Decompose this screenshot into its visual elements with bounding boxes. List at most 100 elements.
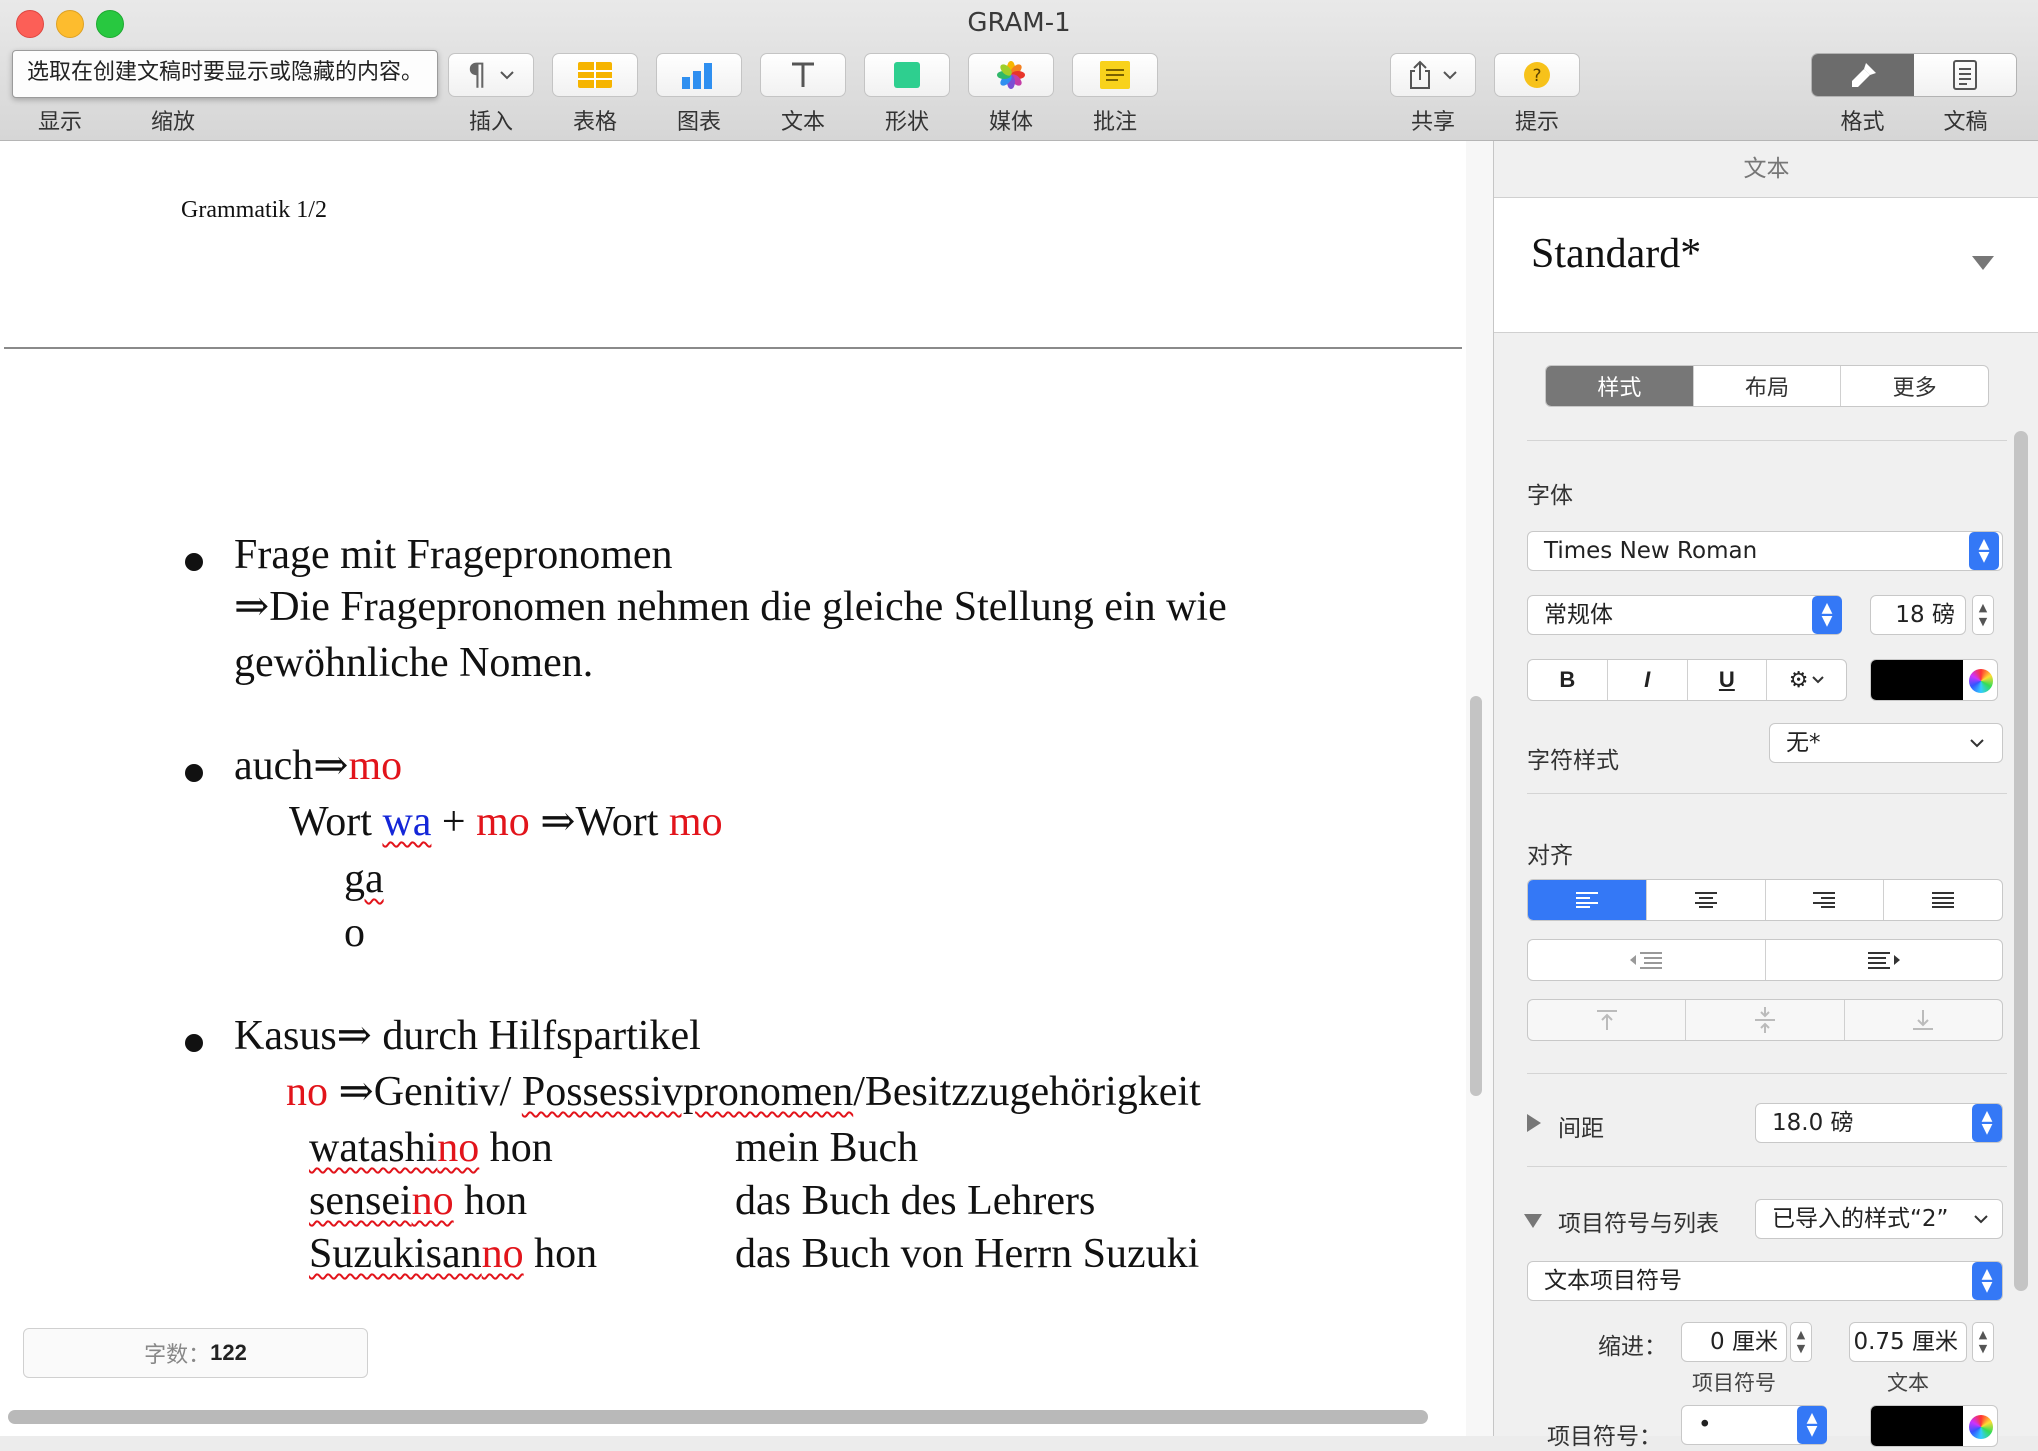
text-label: 文本 <box>780 110 825 135</box>
char-style-label: 字符样式 <box>1527 748 1619 774</box>
table-label: 表格 <box>572 110 617 135</box>
bullet-2-title: auch⇒mo <box>234 741 402 791</box>
list-style-select[interactable]: 已导入的样式“2” <box>1755 1199 2003 1239</box>
up-down-arrows-icon[interactable]: ▲ ▼ <box>1972 1104 2002 1142</box>
shape-button[interactable] <box>864 53 950 97</box>
font-size-field[interactable]: 18 磅 <box>1870 595 1966 635</box>
inspector-toggle <box>1811 53 2017 97</box>
format-button[interactable] <box>1812 54 1914 96</box>
increase-indent-button[interactable] <box>1766 940 2003 980</box>
font-style-buttons: B I U ⚙ <box>1527 659 1847 701</box>
align-left-button[interactable] <box>1528 880 1647 920</box>
divider <box>1527 793 2007 794</box>
gear-icon: ⚙ <box>1788 667 1809 692</box>
align-left-icon <box>1575 892 1598 908</box>
document-button[interactable] <box>1914 54 2016 96</box>
align-middle-button[interactable] <box>1686 1000 1845 1040</box>
help-icon: ? <box>1524 62 1550 88</box>
example-row: Suzukisanno hon <box>309 1229 597 1279</box>
example-particle: no <box>481 1231 524 1277</box>
char-style-select[interactable]: 无* <box>1769 723 2003 763</box>
example-noun: hon <box>453 1178 528 1224</box>
particle-mo: mo <box>668 799 723 845</box>
share-button[interactable] <box>1390 53 1476 97</box>
align-top-button[interactable] <box>1528 1000 1687 1040</box>
color-wheel-icon[interactable] <box>1969 1415 1993 1439</box>
bullet-3-genitiv: no ⇒Genitiv/ Possessivpronomen/Besitzzug… <box>286 1067 1201 1117</box>
bullet-dot <box>185 764 203 782</box>
note-icon <box>1100 61 1130 89</box>
divider <box>1527 1073 2007 1074</box>
tab-style[interactable]: 样式 <box>1546 366 1694 406</box>
particle-o: o <box>344 910 365 956</box>
disclosure-right-icon[interactable] <box>1527 1114 1541 1132</box>
alignment-label: 对齐 <box>1527 843 1573 869</box>
auch-text: auch⇒ <box>234 743 349 789</box>
text-color-well[interactable] <box>1870 659 1998 701</box>
color-wheel-icon[interactable] <box>1969 669 1993 693</box>
up-down-arrows-icon[interactable]: ▲ ▼ <box>1812 596 1842 634</box>
particle-ga-text: ga <box>344 856 384 902</box>
tips-button[interactable]: ? <box>1494 53 1580 97</box>
typeface-value: 常规体 <box>1544 602 1613 628</box>
up-down-arrows-icon[interactable]: ▲ ▼ <box>1972 1262 2002 1300</box>
horizontal-scrollbar[interactable] <box>8 1410 1428 1424</box>
align-bottom-icon <box>1913 1010 1934 1030</box>
text-indent-stepper[interactable]: ▲ ▼ <box>1972 1322 1994 1362</box>
list-style-value: 已导入的样式“2” <box>1772 1206 1949 1232</box>
up-down-arrows-icon[interactable]: ▲ ▼ <box>1797 1406 1827 1444</box>
font-section-label: 字体 <box>1527 483 1573 509</box>
bullet-indent-caption: 项目符号 <box>1692 1371 1776 1395</box>
decrease-indent-icon <box>1630 952 1663 969</box>
italic-button[interactable]: I <box>1608 660 1688 700</box>
insert-button[interactable]: ¶ <box>448 53 534 97</box>
document-canvas[interactable]: Grammatik 1/2 Frage mit Fragepronomen ⇒D… <box>0 141 1466 1436</box>
font-size-stepper[interactable]: ▲ ▼ <box>1972 595 1994 635</box>
bullet-indent-stepper[interactable]: ▲ ▼ <box>1790 1322 1812 1362</box>
text-button[interactable] <box>760 53 846 97</box>
vertical-align-buttons <box>1527 999 2003 1041</box>
tab-more[interactable]: 更多 <box>1841 366 1988 406</box>
disclosure-down-icon[interactable] <box>1524 1214 1542 1228</box>
bold-button[interactable]: B <box>1528 660 1608 700</box>
example-row: senseino hon <box>309 1176 527 1226</box>
inspector-header: 文本 <box>1494 141 2038 198</box>
bullet-color-well[interactable] <box>1870 1405 1998 1447</box>
align-middle-icon <box>1754 1007 1775 1033</box>
inspector-scrollbar[interactable] <box>2014 431 2028 1291</box>
comment-button[interactable] <box>1072 53 1158 97</box>
chevron-down-icon <box>1812 676 1825 684</box>
besitz-text: /Besitzzugehörigkeit <box>853 1069 1201 1115</box>
chart-button[interactable] <box>656 53 742 97</box>
decrease-indent-button[interactable] <box>1528 940 1766 980</box>
example-translation: mein Buch <box>735 1125 919 1171</box>
chevron-down-icon <box>1443 71 1457 80</box>
text-indent-field[interactable]: 0.75 厘米 <box>1849 1322 1967 1362</box>
word-count-badge[interactable]: 字数： 122 <box>23 1328 368 1378</box>
up-down-arrows-icon[interactable]: ▲ ▼ <box>1969 532 1999 570</box>
divider <box>1527 440 2007 441</box>
align-right-button[interactable] <box>1766 880 1885 920</box>
example-stem: watashi <box>309 1125 438 1171</box>
media-button[interactable] <box>968 53 1054 97</box>
underline-button[interactable]: U <box>1688 660 1768 700</box>
photos-icon <box>997 61 1025 89</box>
paragraph-style-selector[interactable]: Standard* <box>1494 198 2038 333</box>
share-icon <box>1410 60 1430 89</box>
align-bottom-button[interactable] <box>1845 1000 2002 1040</box>
text-options-button[interactable]: ⚙ <box>1767 660 1846 700</box>
table-button[interactable] <box>552 53 638 97</box>
bullet-indent-field[interactable]: 0 厘米 <box>1681 1322 1787 1362</box>
align-center-icon <box>1694 892 1717 908</box>
window-title: GRAM-1 <box>967 8 1071 38</box>
font-family-select[interactable]: Times New Roman <box>1527 531 2003 571</box>
align-justify-button[interactable] <box>1884 880 2002 920</box>
spacing-select[interactable]: 18.0 磅 <box>1755 1103 2003 1143</box>
svg-text:?: ? <box>1532 66 1541 86</box>
bullet-type-select[interactable]: 文本项目符号 <box>1527 1261 2003 1301</box>
tab-layout[interactable]: 布局 <box>1694 366 1842 406</box>
typeface-select[interactable]: 常规体 <box>1527 595 1842 635</box>
align-center-button[interactable] <box>1647 880 1766 920</box>
document-icon <box>1953 60 1977 90</box>
document-scrollbar-thumb[interactable] <box>1470 696 1482 1096</box>
